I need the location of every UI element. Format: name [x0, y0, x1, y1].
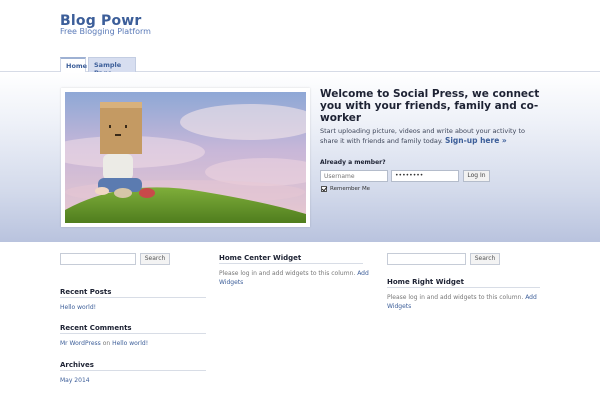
search-button-left[interactable]: Search — [140, 253, 170, 265]
center-widget-message: Please log in and add widgets to this co… — [219, 270, 356, 277]
password-input[interactable]: •••••••• — [391, 170, 459, 182]
member-label: Already a member? — [320, 159, 386, 166]
comment-on-text: on — [102, 340, 111, 347]
search-input-left[interactable] — [60, 253, 136, 265]
recent-post-link[interactable]: Hello world! — [60, 304, 96, 311]
search-button-right[interactable]: Search — [470, 253, 500, 265]
recent-comments-title: Recent Comments — [60, 324, 132, 332]
login-button[interactable]: Log In — [463, 170, 490, 182]
hero-section: Welcome to Social Press, we connect you … — [0, 72, 600, 242]
hero-image-frame — [61, 88, 310, 227]
hero-text: Start uploading picture, videos and writ… — [320, 126, 542, 146]
tab-sample-page[interactable]: Sample Page — [88, 57, 136, 77]
right-widget-divider — [387, 287, 540, 288]
main-nav: Home Sample Page — [0, 55, 600, 77]
site-description: Free Blogging Platform — [60, 27, 151, 36]
hero-image — [65, 92, 306, 223]
center-widget-text: Please log in and add widgets to this co… — [219, 269, 369, 287]
hero-title: Welcome to Social Press, we connect you … — [320, 88, 540, 124]
recent-posts-divider — [60, 297, 206, 298]
recent-comment-item: Mr WordPress on Hello world! — [60, 339, 148, 348]
right-widget-message: Please log in and add widgets to this co… — [387, 294, 524, 301]
right-widget-title: Home Right Widget — [387, 278, 464, 286]
username-input[interactable] — [320, 170, 388, 182]
hero-image-illustration — [65, 92, 306, 223]
center-widget-title: Home Center Widget — [219, 254, 302, 262]
center-widget-divider — [219, 263, 363, 264]
recent-posts-title: Recent Posts — [60, 288, 112, 296]
right-widget-text: Please log in and add widgets to this co… — [387, 293, 542, 311]
search-input-right[interactable] — [387, 253, 466, 265]
archive-link[interactable]: May 2014 — [60, 377, 90, 384]
archives-title: Archives — [60, 361, 94, 369]
remember-me-label: Remember Me — [330, 186, 371, 192]
signup-link[interactable]: Sign-up here » — [445, 136, 507, 145]
comment-author-link[interactable]: Mr WordPress — [60, 340, 101, 347]
tab-home[interactable]: Home — [60, 57, 87, 72]
comment-post-link[interactable]: Hello world! — [112, 340, 148, 347]
remember-me-checkbox[interactable] — [321, 186, 327, 192]
recent-comments-divider — [60, 333, 206, 334]
archives-divider — [60, 370, 206, 371]
